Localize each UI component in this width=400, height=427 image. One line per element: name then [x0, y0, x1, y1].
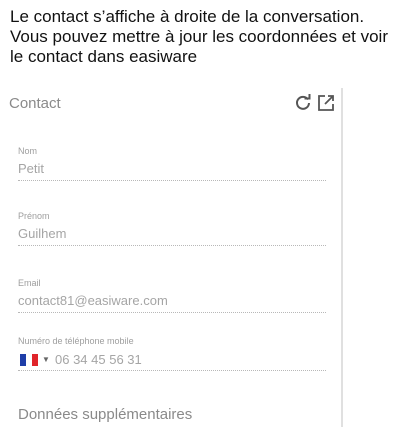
france-flag-icon[interactable]	[20, 354, 38, 366]
country-dropdown-icon[interactable]: ▼	[42, 355, 50, 365]
additional-data-section[interactable]: Données supplémentaires	[18, 406, 192, 423]
nom-label: Nom	[18, 146, 38, 156]
contact-panel: Contact Nom Petit Prénom Guilhem Email c…	[0, 88, 343, 427]
panel-title: Contact	[9, 95, 61, 112]
email-field: Email contact81@easiware.com	[18, 278, 326, 320]
phone-value[interactable]: 06 34 45 56 31	[55, 351, 142, 369]
phone-input[interactable]: ▼ 06 34 45 56 31	[18, 350, 326, 371]
open-external-icon[interactable]	[316, 93, 336, 113]
email-label: Email	[18, 278, 41, 288]
prenom-label: Prénom	[18, 211, 50, 221]
refresh-icon[interactable]	[293, 93, 313, 113]
prenom-input[interactable]: Guilhem	[18, 225, 326, 246]
phone-field: Numéro de téléphone mobile ▼ 06 34 45 56…	[18, 336, 326, 378]
email-input[interactable]: contact81@easiware.com	[18, 292, 326, 313]
phone-label: Numéro de téléphone mobile	[18, 336, 134, 346]
nom-field: Nom Petit	[18, 146, 326, 188]
intro-text: Le contact s’affiche à droite de la conv…	[10, 7, 388, 66]
nom-input[interactable]: Petit	[18, 160, 326, 181]
contact-panel-header: Contact	[0, 88, 341, 120]
prenom-field: Prénom Guilhem	[18, 211, 326, 253]
